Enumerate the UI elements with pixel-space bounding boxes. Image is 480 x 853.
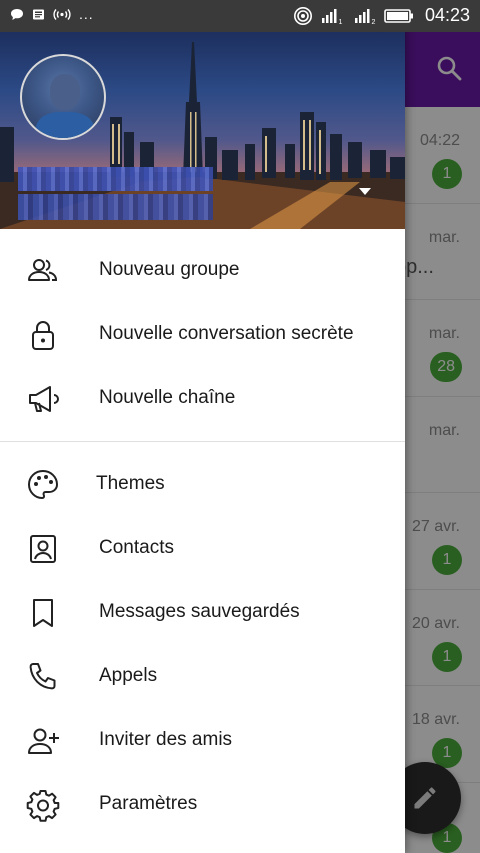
- menu-label: Messages sauvegardés: [99, 601, 300, 622]
- gear-icon: [26, 790, 60, 822]
- wifi-hotspot-icon: [293, 6, 312, 25]
- bookmark-icon: [33, 599, 53, 627]
- menu-label: Appels: [99, 665, 158, 686]
- menu-label: Nouveau groupe: [99, 259, 240, 280]
- menu-label: Contacts: [99, 537, 174, 558]
- megaphone-icon: [29, 386, 59, 412]
- menu-saved-messages[interactable]: Messages sauvegardés: [0, 581, 405, 645]
- drawer-header: [0, 32, 405, 229]
- account-switch-arrow-icon[interactable]: [357, 185, 373, 197]
- more-notifications-indicator: ...: [79, 6, 94, 22]
- menu-themes[interactable]: Themes: [0, 453, 405, 517]
- menu-invite-friends[interactable]: Inviter des amis: [0, 709, 405, 773]
- lock-icon: [32, 321, 54, 350]
- profile-phone-redacted: [18, 194, 213, 220]
- menu-new-secret-chat[interactable]: Nouvelle conversation secrète: [0, 303, 405, 367]
- menu-contacts[interactable]: Contacts: [0, 517, 405, 581]
- menu-settings[interactable]: Paramètres: [0, 773, 405, 837]
- sim2-number: 2: [371, 19, 375, 25]
- status-time: 04:23: [424, 5, 470, 25]
- message-notification-icon: [11, 8, 23, 20]
- signal-sim1-icon: 1: [321, 8, 342, 25]
- profile-name-redacted: [18, 167, 213, 191]
- hotspot-icon: [53, 8, 71, 20]
- drawer-menu: Nouveau groupe Nouvelle conversation sec…: [0, 229, 405, 837]
- menu-new-group[interactable]: Nouveau groupe: [0, 239, 405, 303]
- add-person-icon: [28, 728, 59, 754]
- battery-icon: [384, 8, 413, 23]
- contact-icon: [30, 535, 56, 563]
- menu-new-channel[interactable]: Nouvelle chaîne: [0, 367, 405, 431]
- menu-calls[interactable]: Appels: [0, 645, 405, 709]
- profile-avatar[interactable]: [20, 54, 106, 140]
- signal-sim2-icon: 2: [354, 8, 375, 25]
- group-icon: [28, 259, 58, 281]
- phone-icon: [29, 663, 56, 690]
- menu-label: Themes: [96, 473, 165, 494]
- sim1-number: 1: [338, 19, 342, 25]
- palette-icon: [27, 469, 59, 500]
- menu-label: Nouvelle chaîne: [99, 387, 236, 408]
- navigation-drawer: Nouveau groupe Nouvelle conversation sec…: [0, 0, 405, 853]
- menu-label: Inviter des amis: [99, 729, 233, 750]
- status-bar: ... 1 2 04:23: [0, 0, 480, 32]
- menu-label: Paramètres: [99, 793, 198, 814]
- menu-label: Nouvelle conversation secrète: [99, 323, 354, 344]
- menu-divider: [0, 441, 405, 442]
- news-notification-icon: [33, 9, 44, 19]
